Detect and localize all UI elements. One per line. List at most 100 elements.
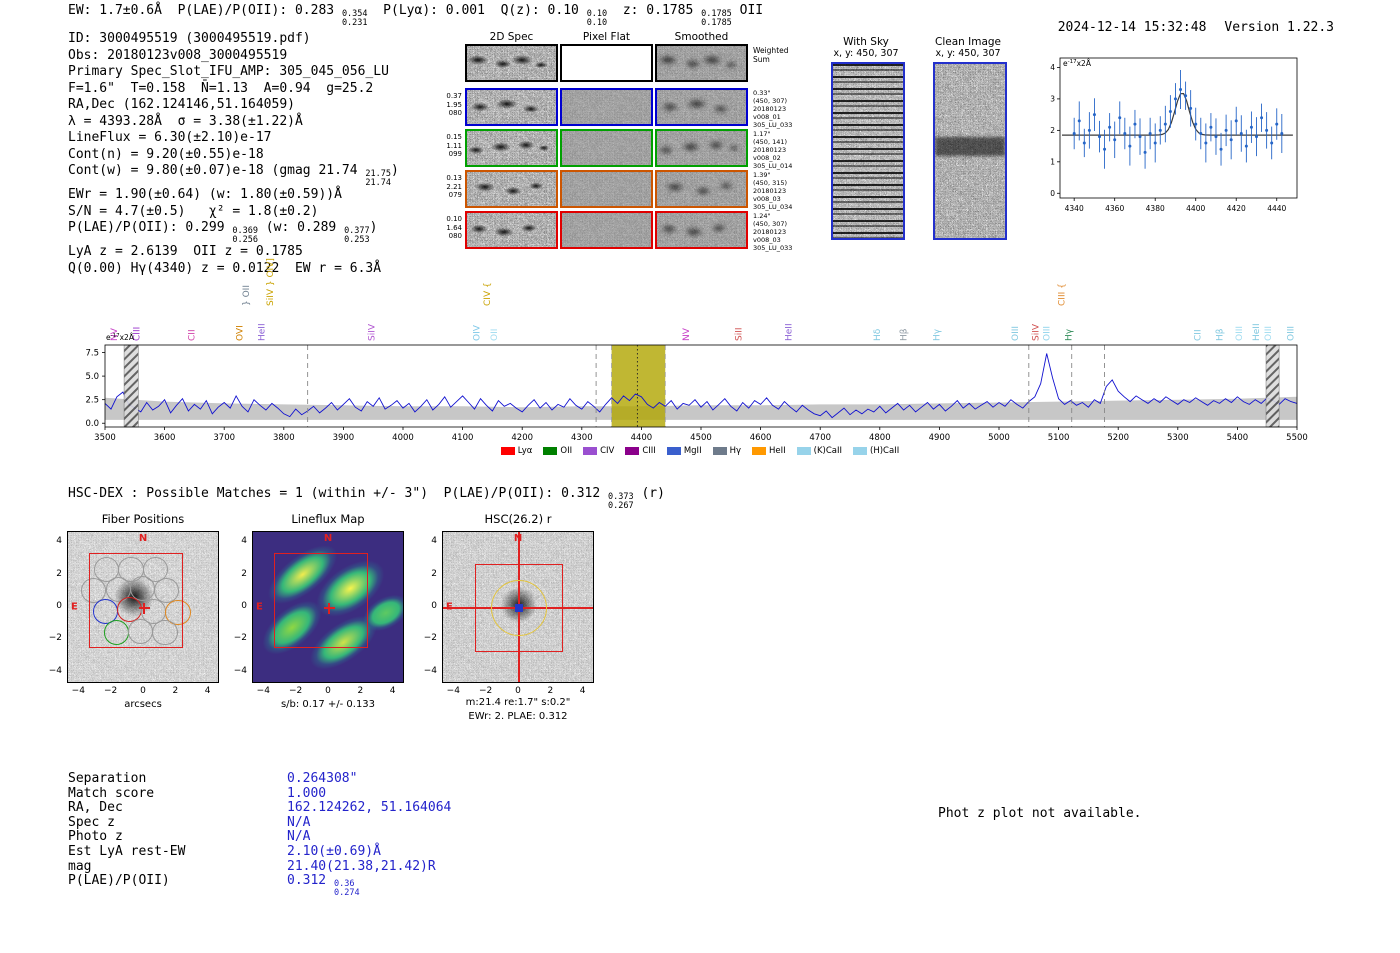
y-tick-label: 2 — [56, 568, 62, 579]
data-point — [1224, 128, 1228, 132]
with-sky-coords: x, y: 450, 307 — [833, 48, 899, 59]
col-title-smoothed: Smoothed — [674, 31, 729, 43]
fiber-map-title: Fiber Positions — [101, 512, 185, 526]
stacked-value: 21.75 21.74 — [365, 169, 392, 188]
legend-swatch — [583, 447, 598, 455]
data-point — [1249, 125, 1253, 129]
match-table-label: Est LyA rest-EW — [68, 843, 186, 859]
data-point — [1260, 116, 1264, 120]
info-line: ID: 3000495519 (3000495519.pdf) — [68, 31, 311, 46]
info-line: EWr = 1.90(±0.64) (w: 1.80(±0.59))Å — [68, 187, 342, 202]
match-table-row: RA, Dec 162.124262, 51.164064 — [68, 801, 451, 816]
x-tick-label: 4500 — [690, 433, 712, 443]
y-tick-label: 4 — [241, 536, 247, 547]
data-point — [1179, 87, 1183, 91]
emission-line-label: Hδ — [873, 328, 883, 341]
cutout-row-left-stats: 0.13 2.21 079 — [446, 174, 462, 199]
match-table-value: 2.10(±0.69)Å — [287, 843, 381, 859]
data-point — [1087, 128, 1091, 132]
y-tick-label: −2 — [233, 633, 247, 644]
data-point — [1108, 125, 1112, 129]
data-point — [1082, 141, 1086, 145]
emission-line-label: CIII { — [1058, 283, 1068, 306]
emission-line-label: OII — [490, 329, 500, 341]
y-tick-label: 2 — [1050, 126, 1055, 135]
cutout-cell-smooth — [655, 44, 748, 82]
emission-line-label: OIII — [1264, 326, 1274, 341]
emission-line-label: SiIV } OIV] — [266, 258, 276, 306]
data-point — [1234, 119, 1238, 123]
cutout-cell-spec — [465, 170, 558, 208]
data-point — [1092, 113, 1096, 117]
y-axis-label: e-17x2Å — [1063, 59, 1092, 68]
x-tick-label: 4440 — [1267, 204, 1286, 213]
x-tick-label: 0 — [515, 686, 521, 696]
legend-swatch — [712, 447, 727, 455]
data-point — [1148, 132, 1152, 136]
cutout-row-left-stats: 0.15 1.11 099 — [446, 133, 462, 158]
y-axis-label: e-17x2Å — [106, 333, 135, 342]
x-tick-label: 4200 — [511, 433, 533, 443]
data-point — [1168, 109, 1172, 113]
y-tick-label: 0 — [56, 601, 62, 611]
y-tick-label: 0 — [431, 601, 437, 611]
phot-z-note: Phot z plot not available. — [938, 806, 1142, 821]
match-table-value: 0.264308" — [287, 771, 358, 786]
east-label: E — [446, 601, 453, 613]
north-label: N — [138, 533, 148, 544]
emission-line-label: OIII — [1235, 326, 1245, 341]
legend-item: CIV — [583, 446, 614, 456]
match-table-row: P(LAE)/P(OII) 0.312 0.36 0.274 — [68, 873, 451, 897]
line-fit-plot: 4340 4360 4380 4400 4420 4440 0 1 2 3 4 e-17x2Å — [1050, 57, 1298, 213]
data-point — [1072, 132, 1076, 136]
elixer-report-page: EW: 1.7±0.6Å P(LAE)/P(OII): 0.283 0.354 0… — [0, 0, 1400, 953]
y-tick-label: 0 — [1050, 189, 1055, 198]
emission-line-label: NV — [682, 327, 692, 341]
emission-line-label: SiIV — [367, 323, 377, 341]
east-label: E — [256, 601, 263, 613]
lineflux-map: N E −4 −4 −2 −2 0 0 2 2 4 4 — [234, 531, 404, 696]
emission-line-label: OIII — [1043, 326, 1053, 341]
noise-band — [105, 396, 1297, 420]
emission-line-label: CII — [1193, 329, 1203, 341]
data-point — [1133, 122, 1137, 126]
x-tick-label: 4 — [389, 686, 396, 696]
hsc-cutout-map: N E −4 −4 −2 −2 0 0 2 2 4 4 — [424, 531, 594, 696]
emission-line-label: Hβ — [900, 328, 910, 341]
x-tick-label: 4100 — [452, 433, 474, 443]
legend-item: HeII — [752, 446, 786, 456]
data-point — [1219, 147, 1223, 151]
lineflux-caption: s/b: 0.17 +/- 0.133 — [280, 699, 376, 710]
detection-info-block: ID: 3000495519 (3000495519.pdf) Obs: 2018… — [68, 31, 399, 277]
emission-line-label: Hγ — [932, 328, 942, 341]
info-line: RA,Dec (162.124146,51.164059) — [68, 97, 295, 112]
cutout-row-left-stats: 0.10 1.64 080 — [446, 215, 462, 240]
x-tick-label: 3600 — [154, 433, 176, 443]
col-title-pixel-flat: Pixel Flat — [582, 31, 631, 43]
fiber-positions-map: N E −4 −4 −2 −2 0 0 2 2 4 4 — [49, 531, 219, 696]
north-label: N — [323, 533, 333, 544]
emission-line-label: CII — [187, 329, 197, 341]
y-tick-label: 1 — [1050, 157, 1055, 166]
data-point — [1123, 132, 1127, 136]
y-tick-label: −2 — [48, 633, 62, 644]
info-line: F=1.6" T=0.158 N̄=1.13 A=0.94 g=25.2 — [68, 80, 374, 96]
y-tick-label: 4 — [1050, 63, 1055, 72]
stacked-value: 0.1785 0.1785 — [701, 9, 732, 28]
summary-header: EW: 1.7±0.6Å P(LAE)/P(OII): 0.283 0.354 0… — [68, 3, 764, 28]
info-line: LineFlux = 6.30(±2.10)e-17 — [68, 130, 272, 145]
match-table-value: N/A — [287, 814, 311, 830]
info-line: S/N = 4.7(±0.5) χ² = 1.8(±0.2) — [68, 203, 319, 219]
north-label: N — [513, 533, 523, 544]
emission-line-label: SiII — [735, 327, 745, 341]
cutout-row-fiber-info: 1.39" (450, 315) 20180123 v008_03 305_LU_034 — [753, 171, 793, 211]
data-point — [1214, 135, 1218, 139]
legend-item: (K)CaII — [796, 446, 842, 456]
legend-swatch — [500, 447, 515, 455]
masked-region — [1265, 344, 1280, 428]
y-tick-label: 2 — [431, 568, 437, 579]
match-table-label: mag — [68, 858, 92, 874]
data-point — [1254, 135, 1258, 139]
cutout-extent-box — [274, 553, 368, 649]
cutout-cell-smooth — [655, 129, 748, 167]
